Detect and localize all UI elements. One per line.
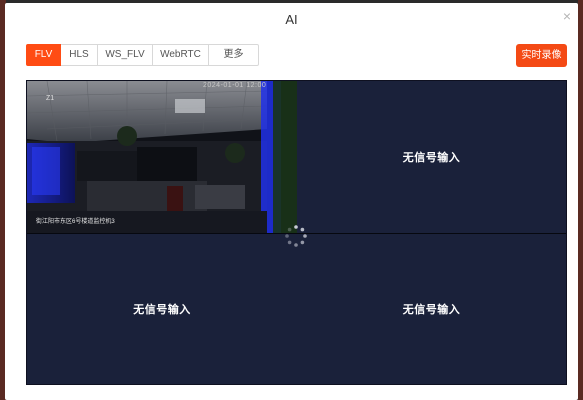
video-grid: Z1 2024-01-01 12:00 街江阳市东区6号楼道监控机3 无信号输入… xyxy=(26,80,567,385)
backdrop-accent xyxy=(578,0,583,400)
no-signal-label: 无信号输入 xyxy=(402,304,461,316)
tab-webrtc[interactable]: WebRTC xyxy=(152,44,209,66)
tab-ws-flv[interactable]: WS_FLV xyxy=(97,44,153,66)
protocol-tabs: FLV HLS WS_FLV WebRTC 更多 xyxy=(26,44,259,66)
camera-caption: 街江阳市东区6号楼道监控机3 xyxy=(36,219,115,225)
tab-flv[interactable]: FLV xyxy=(26,44,61,66)
video-cell-camera[interactable]: Z1 2024-01-01 12:00 街江阳市东区6号楼道监控机3 xyxy=(27,81,297,233)
no-signal-label: 无信号输入 xyxy=(133,304,191,316)
camera-channel-label: Z1 xyxy=(46,95,55,102)
video-cell-empty[interactable]: 无信号输入 xyxy=(297,234,566,384)
video-cell-empty[interactable]: 无信号输入 xyxy=(297,81,566,233)
loading-spinner-icon xyxy=(285,225,307,247)
dialog-title: AI xyxy=(285,12,298,27)
camera-timestamp: 2024-01-01 12:00 xyxy=(203,82,267,89)
close-icon[interactable]: × xyxy=(560,9,574,23)
tab-more[interactable]: 更多 xyxy=(208,44,259,66)
tab-hls[interactable]: HLS xyxy=(60,44,98,66)
camera-feed-image xyxy=(27,81,297,233)
no-signal-label: 无信号输入 xyxy=(402,152,461,164)
video-cell-empty[interactable]: 无信号输入 xyxy=(27,234,297,384)
video-dialog: AI × FLV HLS WS_FLV WebRTC 更多 实时录像 Z1 20… xyxy=(5,3,578,400)
live-record-button[interactable]: 实时录像 xyxy=(516,44,567,67)
